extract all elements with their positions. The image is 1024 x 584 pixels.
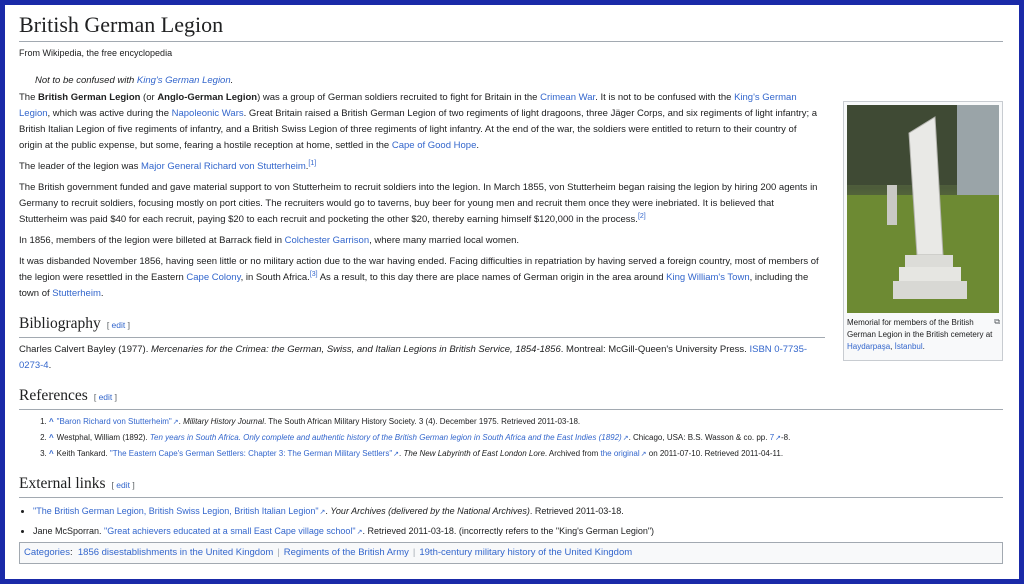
link-napoleonic-wars[interactable]: Napoleonic Wars: [172, 108, 244, 119]
article-content: British German Legion From Wikipedia, th…: [19, 9, 1009, 564]
link-cape-of-good-hope[interactable]: Cape of Good Hope: [392, 140, 477, 151]
reference-item: ^"Baron Richard von Stutterheim"↗. Milit…: [49, 414, 1009, 430]
list-item: "The British German Legion, British Swis…: [33, 502, 1009, 522]
external-link-2[interactable]: "Great achievers educated at a small Eas…: [104, 526, 356, 536]
bibliography-entry: Charles Calvert Bayley (1977). Mercenari…: [19, 344, 808, 371]
reference-2-link[interactable]: Ten years in South Africa. Only complete…: [150, 433, 622, 442]
list-item: Jane McSporran. "Great achievers educate…: [33, 522, 1009, 542]
divider: |: [277, 547, 280, 558]
categories-label[interactable]: Categories: [24, 547, 70, 558]
paragraph-leader: The leader of the legion was Major Gener…: [19, 159, 317, 172]
citation-3[interactable]: [3]: [310, 271, 318, 278]
heading-references: References[ edit ]: [19, 386, 1003, 410]
link-stutterheim[interactable]: Stutterheim: [52, 288, 101, 299]
thumbnail-caption: Memorial for members of the British Germ…: [847, 318, 993, 351]
link-colchester-garrison[interactable]: Colchester Garrison: [285, 235, 369, 246]
paragraph-billeted: In 1856, members of the legion were bill…: [19, 235, 520, 246]
hatnote: Not to be confused with King's German Le…: [35, 75, 234, 86]
edit-references-link[interactable]: edit: [99, 392, 113, 402]
edit-external-links-link[interactable]: edit: [116, 480, 130, 490]
external-links-list: "The British German Legion, British Swis…: [19, 502, 1009, 542]
paragraph-disbanded: It was disbanded November 1856, having s…: [19, 256, 819, 299]
thumbnail-figure: ⧉ Memorial for members of the British Ge…: [843, 101, 1003, 361]
link-isbn[interactable]: ISBN: [749, 344, 771, 355]
memorial-image: [847, 105, 999, 313]
heading-external-links: External links[ edit ]: [19, 474, 1003, 498]
category-item[interactable]: Regiments of the British Army: [284, 547, 409, 558]
reference-1-link[interactable]: "Baron Richard von Stutterheim": [57, 417, 172, 426]
heading-bibliography: Bibliography[ edit ]: [19, 314, 825, 338]
reference-3-link[interactable]: "The Eastern Cape's German Settlers: Cha…: [110, 449, 392, 458]
link-richard-von-stutterheim[interactable]: Richard von Stutterheim: [204, 161, 306, 172]
page-title: British German Legion: [19, 9, 1003, 42]
external-link-1[interactable]: "The British German Legion, British Swis…: [33, 506, 319, 516]
link-major-general[interactable]: Major General: [141, 161, 201, 172]
backlink-caret[interactable]: ^: [49, 433, 54, 442]
category-links: Categories: 1856 disestablishments in th…: [19, 542, 1003, 564]
category-item[interactable]: 19th-century military history of the Uni…: [419, 547, 632, 558]
paragraph-intro: The British German Legion (or Anglo-Germ…: [19, 92, 818, 151]
divider: |: [412, 547, 416, 558]
backlink-caret[interactable]: ^: [49, 417, 54, 426]
citation-1[interactable]: [1]: [308, 160, 316, 167]
link-cape-colony[interactable]: Cape Colony: [186, 272, 240, 283]
backlink-caret[interactable]: ^: [49, 449, 54, 458]
link-haydarpasa[interactable]: Haydarpaşa: [847, 342, 890, 351]
hatnote-link[interactable]: King's German Legion: [137, 75, 231, 86]
tagline: From Wikipedia, the free encyclopedia: [19, 48, 173, 58]
reference-item: ^Keith Tankard. "The Eastern Cape's Germ…: [49, 446, 1009, 462]
reference-3-archive-link[interactable]: the original: [601, 449, 640, 458]
link-crimean-war[interactable]: Crimean War: [540, 92, 595, 103]
link-king-williams-town[interactable]: King William's Town: [666, 272, 749, 283]
reference-item: ^Westphal, William (1892). Ten years in …: [49, 430, 1009, 446]
reference-2-page-link[interactable]: 7: [770, 433, 774, 442]
link-istanbul[interactable]: İstanbul: [895, 342, 923, 351]
edit-bibliography-link[interactable]: edit: [112, 320, 126, 330]
references-list: ^"Baron Richard von Stutterheim"↗. Milit…: [19, 414, 1009, 462]
citation-2[interactable]: [2]: [638, 213, 646, 220]
paragraph-funding: The British government funded and gave m…: [19, 182, 818, 225]
page-frame: British German Legion From Wikipedia, th…: [5, 5, 1019, 579]
category-item[interactable]: 1856 disestablishments in the United Kin…: [78, 547, 273, 558]
memorial-photo[interactable]: [847, 105, 999, 313]
